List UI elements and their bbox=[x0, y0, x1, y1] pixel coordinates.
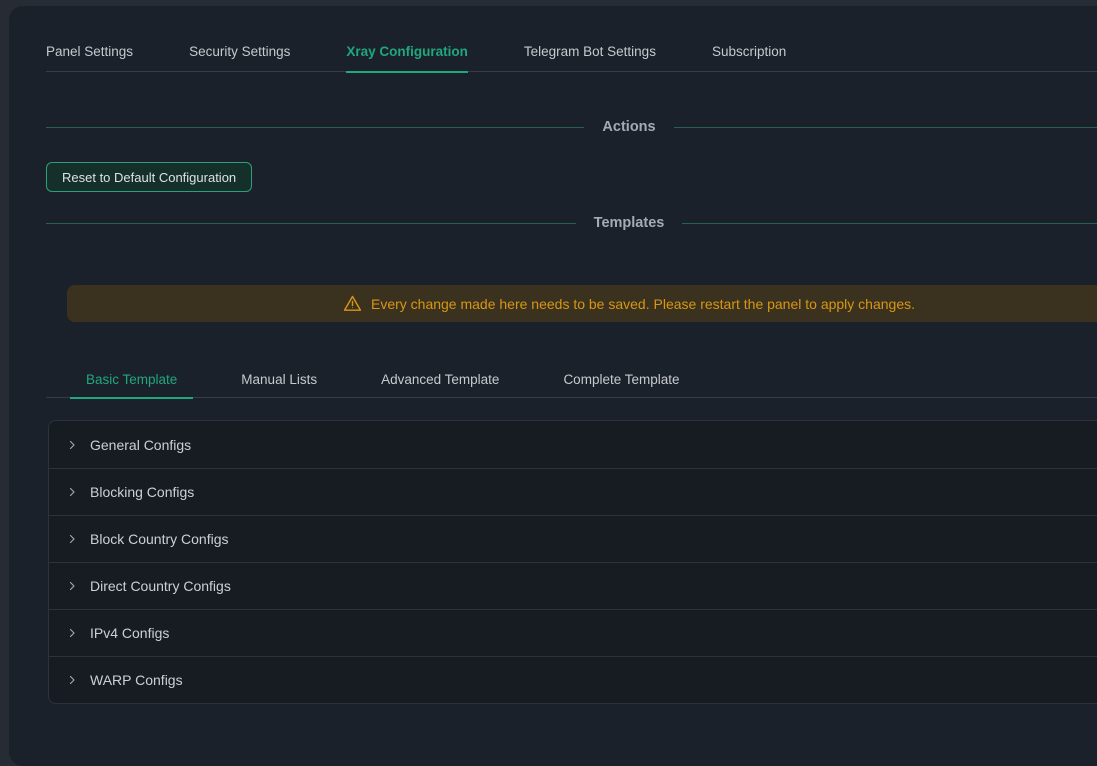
collapse-item-label: Blocking Configs bbox=[90, 484, 194, 500]
actions-section-title: Actions bbox=[584, 119, 673, 135]
divider-line bbox=[46, 127, 584, 128]
tab-complete-template[interactable]: Complete Template bbox=[547, 363, 695, 398]
collapse-item-label: Block Country Configs bbox=[90, 531, 229, 547]
collapse-block-country-configs[interactable]: Block Country Configs bbox=[49, 515, 1097, 562]
restart-warning-banner: Every change made here needs to be saved… bbox=[67, 285, 1097, 322]
collapse-general-configs[interactable]: General Configs bbox=[49, 421, 1097, 468]
tab-xray-configuration[interactable]: Xray Configuration bbox=[346, 34, 468, 72]
settings-card: Panel Settings Security Settings Xray Co… bbox=[9, 6, 1097, 766]
actions-divider: Actions bbox=[46, 116, 1097, 138]
config-collapse-list: General Configs Blocking Configs Block C… bbox=[48, 420, 1097, 704]
template-tab-bar: Basic Template Manual Lists Advanced Tem… bbox=[46, 363, 1097, 398]
tab-subscription[interactable]: Subscription bbox=[712, 34, 786, 72]
chevron-right-icon bbox=[65, 579, 79, 593]
collapse-item-label: IPv4 Configs bbox=[90, 625, 169, 641]
templates-section-title: Templates bbox=[576, 215, 683, 231]
tab-basic-template[interactable]: Basic Template bbox=[70, 363, 193, 398]
tab-manual-lists[interactable]: Manual Lists bbox=[225, 363, 333, 398]
chevron-right-icon bbox=[65, 626, 79, 640]
collapse-ipv4-configs[interactable]: IPv4 Configs bbox=[49, 609, 1097, 656]
warning-triangle-icon bbox=[343, 294, 362, 313]
chevron-right-icon bbox=[65, 485, 79, 499]
reset-to-default-button[interactable]: Reset to Default Configuration bbox=[46, 162, 252, 192]
collapse-item-label: WARP Configs bbox=[90, 672, 183, 688]
chevron-right-icon bbox=[65, 673, 79, 687]
tab-security-settings[interactable]: Security Settings bbox=[189, 34, 290, 72]
collapse-direct-country-configs[interactable]: Direct Country Configs bbox=[49, 562, 1097, 609]
templates-divider: Templates bbox=[46, 212, 1097, 234]
collapse-warp-configs[interactable]: WARP Configs bbox=[49, 656, 1097, 703]
chevron-right-icon bbox=[65, 438, 79, 452]
chevron-right-icon bbox=[65, 532, 79, 546]
warning-message: Every change made here needs to be saved… bbox=[371, 296, 915, 312]
collapse-blocking-configs[interactable]: Blocking Configs bbox=[49, 468, 1097, 515]
tab-panel-settings[interactable]: Panel Settings bbox=[46, 34, 133, 72]
divider-line bbox=[46, 223, 576, 224]
collapse-item-label: Direct Country Configs bbox=[90, 578, 231, 594]
settings-tab-bar: Panel Settings Security Settings Xray Co… bbox=[46, 34, 1097, 72]
divider-line bbox=[682, 223, 1097, 224]
divider-line bbox=[674, 127, 1097, 128]
tab-advanced-template[interactable]: Advanced Template bbox=[365, 363, 515, 398]
collapse-item-label: General Configs bbox=[90, 437, 191, 453]
tab-telegram-bot-settings[interactable]: Telegram Bot Settings bbox=[524, 34, 656, 72]
